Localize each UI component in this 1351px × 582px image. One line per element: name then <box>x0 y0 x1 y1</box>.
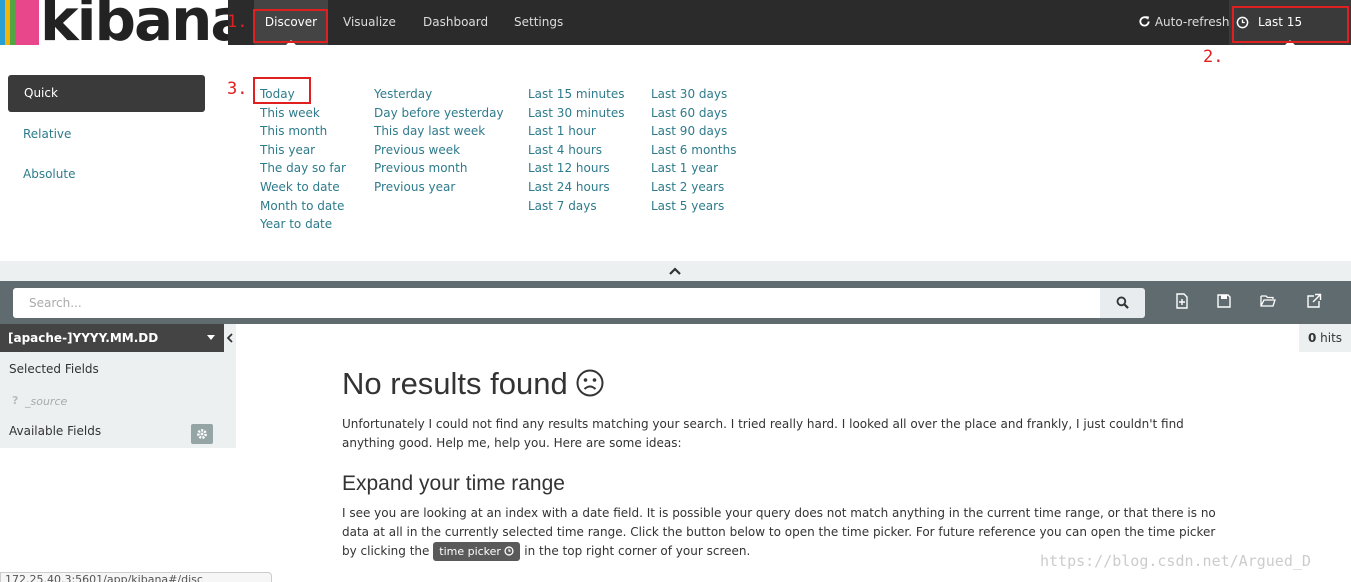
quick-option[interactable]: Last 5 years <box>651 197 736 216</box>
quick-option[interactable]: Last 30 days <box>651 85 736 104</box>
refresh-icon <box>1139 16 1150 27</box>
highlight-box-time-range <box>1232 6 1349 43</box>
auto-refresh-button[interactable]: Auto-refresh <box>1138 0 1229 45</box>
sidebar-collapse-toggle[interactable] <box>224 324 236 352</box>
unknown-type-icon: ? <box>12 394 19 407</box>
watermark: https://blog.csdn.net/Argued_D <box>1040 552 1311 570</box>
open-time-picker-button[interactable]: time picker <box>433 542 521 561</box>
highlight-box-discover <box>253 9 328 43</box>
quick-option[interactable]: Last 7 days <box>528 197 624 216</box>
tab-absolute[interactable]: Absolute <box>23 167 75 181</box>
quick-option[interactable]: Last 1 hour <box>528 122 624 141</box>
share-search-icon[interactable] <box>1306 293 1322 309</box>
caret-down-icon <box>207 335 215 340</box>
chevron-up-icon <box>669 267 681 275</box>
quick-option[interactable]: Previous week <box>374 141 504 160</box>
tab-quick[interactable]: Quick <box>8 75 205 112</box>
quick-option[interactable]: Month to date <box>260 197 346 216</box>
annotation-1: 1. <box>227 12 248 32</box>
field-settings-button[interactable] <box>191 424 213 444</box>
no-results-title-text: No results found <box>342 366 568 401</box>
status-url: 172.25.40.3:5601/app/kibana#/disc <box>0 572 272 582</box>
quick-option[interactable]: Today <box>260 85 346 104</box>
quick-option[interactable]: This year <box>260 141 346 160</box>
new-search-icon[interactable] <box>1174 293 1190 309</box>
quick-option[interactable]: Last 6 months <box>651 141 736 160</box>
quick-option[interactable]: Last 60 days <box>651 104 736 123</box>
top-navbar: kibana 1. Discover Visualize Dashboard S… <box>0 0 1351 74</box>
quick-option[interactable]: Previous month <box>374 159 504 178</box>
hits-count: 0 <box>1307 331 1317 345</box>
sad-face-icon <box>576 369 604 397</box>
quick-column-4: Last 30 days Last 60 days Last 90 days L… <box>651 85 736 215</box>
quick-option[interactable]: Last 24 hours <box>528 178 624 197</box>
tab-label: Quick <box>24 86 58 100</box>
auto-refresh-label: Auto-refresh <box>1154 15 1230 29</box>
quick-option[interactable]: Last 30 minutes <box>528 104 624 123</box>
nav-tab-label: Dashboard <box>423 15 489 29</box>
quick-option[interactable]: Last 15 minutes <box>528 85 624 104</box>
quick-option[interactable]: Previous year <box>374 178 504 197</box>
logo-text: kibana <box>40 0 228 45</box>
quick-option[interactable]: Last 4 hours <box>528 141 624 160</box>
search-input[interactable]: Search... <box>13 288 1101 318</box>
nav-tab-settings[interactable]: Settings <box>514 0 563 45</box>
no-results-title: No results found <box>342 366 1222 402</box>
gear-icon <box>197 429 207 439</box>
quick-option[interactable]: Last 1 year <box>651 159 736 178</box>
save-search-icon[interactable] <box>1216 293 1232 309</box>
nav-tab-visualize[interactable]: Visualize <box>343 0 396 45</box>
field-sidebar: Selected Fields ? _source Available Fiel… <box>0 352 236 448</box>
quick-option[interactable]: This day last week <box>374 122 504 141</box>
annotation-2: 2. <box>1203 47 1224 67</box>
quick-option[interactable]: Day before yesterday <box>374 104 504 123</box>
quick-column-1: Today This week This month This year The… <box>260 85 346 234</box>
quick-option[interactable]: This month <box>260 122 346 141</box>
source-field[interactable]: _source <box>25 395 67 408</box>
index-pattern-label: [apache-]YYYY.MM.DD <box>8 331 159 345</box>
logo-stripe <box>15 0 39 45</box>
nav-tab-label: Visualize <box>343 15 396 29</box>
quick-option[interactable]: Last 12 hours <box>528 159 624 178</box>
annotation-3: 3. <box>227 79 248 99</box>
no-results-panel: No results found Unfortunately I could n… <box>342 366 1222 561</box>
index-pattern-selector[interactable]: [apache-]YYYY.MM.DD <box>0 324 224 352</box>
collapse-timepicker-bar[interactable] <box>0 261 1351 281</box>
quick-option[interactable]: Yesterday <box>374 85 504 104</box>
expand-text-part-2: in the top right corner of your screen. <box>524 544 751 558</box>
quick-option[interactable]: Week to date <box>260 178 346 197</box>
nav-tab-dashboard[interactable]: Dashboard <box>423 0 488 45</box>
selected-fields-heading: Selected Fields <box>9 362 99 376</box>
clock-icon <box>504 546 515 556</box>
quick-column-3: Last 15 minutes Last 30 minutes Last 1 h… <box>528 85 624 215</box>
chevron-left-icon <box>226 333 233 343</box>
hits-label: hits <box>1320 331 1343 345</box>
quick-option[interactable]: This week <box>260 104 346 123</box>
expand-time-range-heading: Expand your time range <box>342 472 565 495</box>
quick-option[interactable]: Last 2 years <box>651 178 736 197</box>
nav-tab-label: Settings <box>514 15 564 29</box>
search-bar-row: Search... <box>0 281 1351 324</box>
tab-relative[interactable]: Relative <box>23 127 71 141</box>
hits-counter: 0 hits <box>1299 324 1351 352</box>
search-placeholder: Search... <box>29 296 82 310</box>
quick-option[interactable]: Year to date <box>260 215 346 234</box>
quick-option[interactable]: The day so far <box>260 159 346 178</box>
open-search-icon[interactable] <box>1260 293 1276 309</box>
time-picker-button-label: time picker <box>439 545 501 558</box>
search-button[interactable] <box>1100 288 1145 318</box>
quick-option[interactable]: Last 90 days <box>651 122 736 141</box>
search-icon <box>1116 296 1129 309</box>
kibana-logo[interactable]: kibana <box>0 0 228 45</box>
available-fields-heading: Available Fields <box>9 424 102 438</box>
no-results-intro: Unfortunately I could not find any resul… <box>342 417 1184 450</box>
quick-column-2: Yesterday Day before yesterday This day … <box>374 85 504 197</box>
